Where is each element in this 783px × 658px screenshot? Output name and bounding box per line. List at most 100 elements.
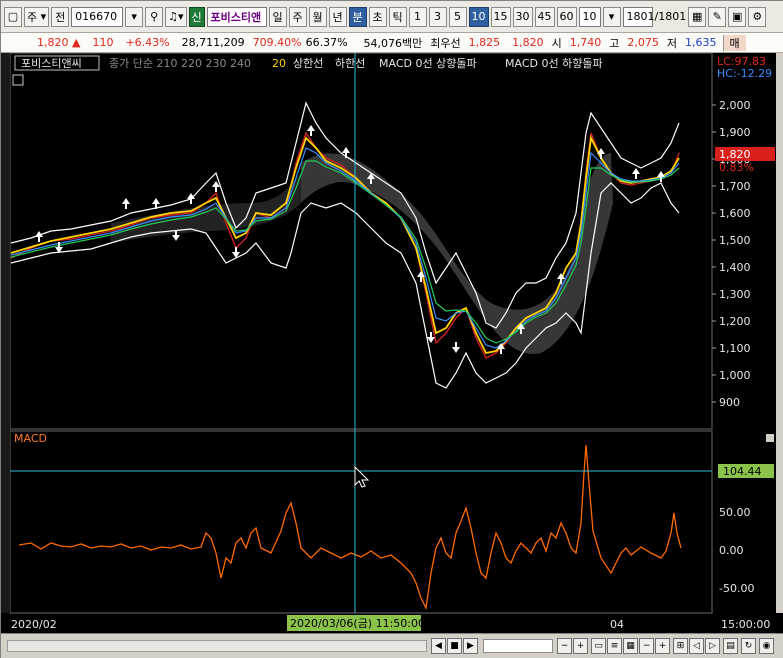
price-tick-label: 1,300 [719, 288, 751, 301]
code-input[interactable]: 016670 [71, 6, 124, 27]
interval-second[interactable]: 초 [368, 6, 387, 27]
table-icon[interactable]: ▦ [623, 638, 638, 654]
zoom-in-icon[interactable]: + [573, 638, 588, 654]
minute-5[interactable]: 5 [448, 6, 467, 27]
zoom-out-icon[interactable]: − [557, 638, 572, 654]
price-axis: 2,0001,9001,8001,7001,6001,5001,4001,300… [712, 99, 751, 409]
market-label: 주 [27, 10, 38, 24]
chart-type-icon[interactable]: ⊞ [673, 638, 688, 654]
plus-icon[interactable]: + [655, 638, 670, 654]
layout-icon[interactable]: ▭ [591, 638, 606, 654]
open-price: 1,740 [569, 36, 602, 49]
low-label: 저 [666, 36, 678, 50]
vertical-scrollbar[interactable] [776, 53, 783, 613]
capture-icon[interactable]: ◉ [759, 638, 774, 654]
refresh-icon[interactable]: ↻ [741, 638, 756, 654]
interval-tick[interactable]: 틱 [388, 6, 407, 27]
low-price: 1,635 [685, 36, 717, 49]
legend-lower: 하한선 [335, 56, 365, 70]
trade-amount: 54,076백만 [363, 36, 423, 50]
window-icon[interactable]: ▢ [4, 6, 22, 27]
grid-icon[interactable]: ▦ [688, 6, 707, 27]
price-tick-label: 1,100 [719, 342, 751, 355]
stock-name: 포비스티앤 [206, 6, 267, 27]
period-week[interactable]: 주 [288, 6, 307, 27]
chart-area[interactable]: 포비스티앤씨 종가 단순 210 220 230 240 20 상한선 하한선 … [1, 53, 783, 633]
price-tick-label: 1,700 [719, 180, 751, 193]
macd-tick-label: -50.00 [719, 582, 754, 595]
page-input[interactable]: 1801 [622, 6, 655, 27]
high-label: 고 [609, 36, 620, 50]
minute-10[interactable]: 10 [468, 6, 489, 27]
current-price: 1,820 ▲ [37, 36, 81, 49]
macd-axis: 50.000.00-50.00-100.00 [719, 506, 761, 633]
tools-icon[interactable]: ✎ [708, 6, 727, 27]
minute-15[interactable]: 15 [490, 6, 511, 27]
minute-45[interactable]: 45 [534, 6, 555, 27]
minute-30[interactable]: 30 [512, 6, 533, 27]
macd-tick-label: 50.00 [719, 506, 751, 519]
date-start: 2020/02 [11, 618, 57, 631]
next-icon[interactable]: ▷ [705, 638, 720, 654]
rewind-button[interactable]: ◀ [431, 638, 446, 654]
horizontal-scrollbar[interactable] [7, 640, 427, 652]
current-price-pct: 0.83% [719, 161, 754, 174]
macd-title: MACD [14, 432, 47, 445]
minute-60[interactable]: 60 [556, 6, 577, 27]
minute-1[interactable]: 1 [408, 6, 427, 27]
minus-icon[interactable]: − [639, 638, 654, 654]
price-tick-label: 1,200 [719, 315, 751, 328]
legend-ma-20: 20 [272, 57, 286, 70]
open-label: 시 [551, 36, 562, 50]
period-day[interactable]: 일 [268, 6, 287, 27]
expand-icon[interactable]: ▤ [723, 638, 738, 654]
turnover: 66.37% [305, 36, 348, 49]
search-icon[interactable]: ⚲ [145, 6, 164, 27]
speaker-icon[interactable]: ♫▾ [165, 6, 187, 27]
legend-ma: 종가 단순 210 220 230 240 [109, 57, 251, 70]
legend-upper: 상한선 [293, 57, 323, 70]
macd-panel [9, 430, 713, 614]
left-strip [1, 53, 10, 613]
count-select[interactable]: 10 [578, 6, 601, 27]
range-select[interactable]: 전 [51, 6, 70, 27]
macd-close-icon[interactable] [766, 434, 774, 442]
best-ask-label: 최우선 [430, 36, 461, 50]
current-price-label: 1,820 [719, 148, 751, 161]
forward-button[interactable]: ▶ [463, 638, 478, 654]
period-month[interactable]: 월 [308, 6, 327, 27]
market-select[interactable]: 주 ▾ [24, 6, 50, 27]
stop-button[interactable]: ■ [447, 638, 462, 654]
hc-value: HC:-12.29 [717, 67, 772, 80]
zoom-slider[interactable] [483, 639, 553, 653]
price-tick-label: 1,000 [719, 369, 751, 382]
list-icon[interactable]: ≡ [607, 638, 622, 654]
bottom-bar: ◀ ■ ▶ − + ▭ ≡ ▦ − + ⊞ ◁ ▷ ▤ ↻ ◉ [1, 633, 783, 658]
legend-macd-down: MACD 0선 하향돌파 [505, 56, 603, 70]
price-change: 110 [92, 36, 114, 49]
order-tab[interactable]: 매 [722, 34, 746, 51]
date-apr: 04 [610, 618, 624, 631]
price-change-pct: +6.43% [125, 36, 170, 49]
toolbar: ▢ 주 ▾ 전 016670 ▾ ⚲ ♫▾ 신 포비스티앤 일 주 월 년 분 … [1, 1, 783, 33]
price-chart-svg[interactable]: 포비스티앤씨 종가 단순 210 220 230 240 20 상한선 하한선 … [1, 53, 783, 633]
price-tick-label: 1,600 [719, 207, 751, 220]
prev-icon[interactable]: ◁ [689, 638, 704, 654]
price-tick-label: 1,500 [719, 234, 751, 247]
save-icon[interactable]: ▣ [728, 6, 747, 27]
period-year[interactable]: 년 [328, 6, 347, 27]
price-tick-label: 2,000 [719, 99, 751, 112]
best-ask: 1,825 [468, 36, 501, 49]
date-cursor: 2020/03/06(금) 11:50:00 [290, 617, 425, 630]
code-dropdown-icon[interactable]: ▾ [125, 6, 144, 27]
interval-minute[interactable]: 분 [348, 6, 367, 27]
up-arrow-icon: ▲ [72, 36, 81, 49]
settings-icon[interactable]: ⚙ [748, 6, 767, 27]
price-tick-label: 1,400 [719, 261, 751, 274]
range-label: 전 [55, 10, 66, 24]
minute-3[interactable]: 3 [428, 6, 447, 27]
legend-macd-up: MACD 0선 상향돌파 [379, 57, 477, 70]
count-dropdown-icon[interactable]: ▾ [602, 6, 621, 27]
best-bid: 1,820 [512, 36, 544, 49]
macd-tick-label: 0.00 [719, 544, 744, 557]
